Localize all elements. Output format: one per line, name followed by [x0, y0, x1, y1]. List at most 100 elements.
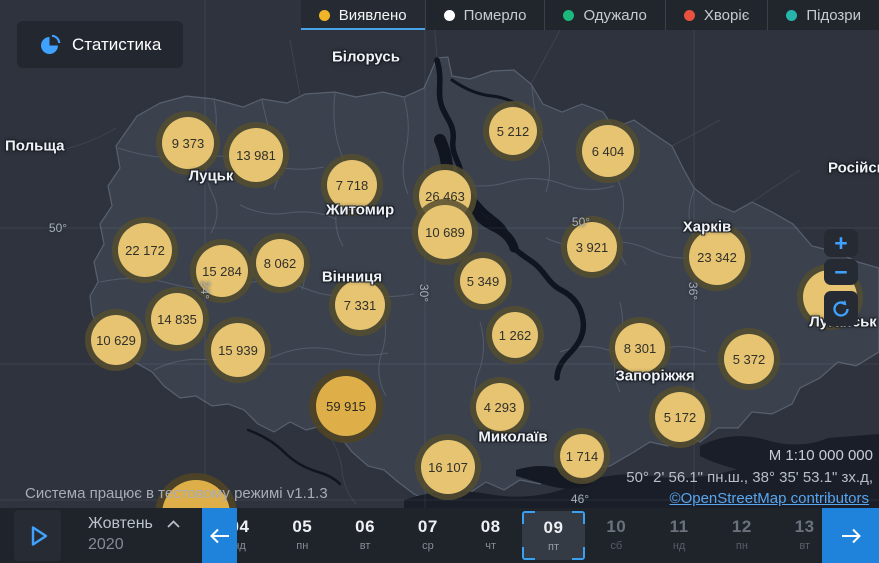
graticule-label: 50° [571, 215, 591, 229]
country-label: Польща [5, 137, 65, 155]
timeline-bar: Жовтень 2020 04 нд 05 пн 06 вт 07 ср 08 чт 09 пт 10 с… [0, 508, 879, 563]
tab-label: Хворіє [703, 6, 750, 24]
pie-chart-icon [41, 34, 61, 54]
status-dot-icon [563, 9, 575, 21]
graticule-label: 46° [570, 492, 590, 506]
day-cell-05[interactable]: 05 пн [271, 508, 334, 563]
status-dot-icon [786, 9, 798, 21]
day-number: 07 [417, 517, 438, 536]
statistics-label: Статистика [72, 34, 162, 54]
layer-tabs: Виявлено Померло Одужало Хворіє Підозри [300, 0, 879, 30]
day-cell-07[interactable]: 07 ср [396, 508, 459, 563]
refresh-icon [833, 299, 849, 317]
tab-Хворіє[interactable]: Хворіє [664, 0, 767, 30]
day-number: 11 [669, 517, 689, 536]
day-of-week: пт [548, 541, 559, 553]
day-cell-10[interactable]: 10 сб [585, 508, 648, 563]
case-bubble[interactable]: 15 939 [211, 323, 265, 377]
day-of-week: пн [296, 540, 309, 552]
prev-days-button[interactable] [202, 508, 237, 563]
status-dot-icon [683, 9, 695, 21]
day-cell-08[interactable]: 08 чт [459, 508, 522, 563]
refresh-button[interactable] [824, 291, 858, 326]
tab-Одужало[interactable]: Одужало [544, 0, 664, 30]
osm-attribution-link[interactable]: ©OpenStreetMap contributors [670, 490, 869, 507]
case-bubble[interactable]: 1 714 [560, 434, 604, 478]
cursor-coordinates: 50° 2' 56.1" пн.ш., 38° 35' 53.1" зх.д, [626, 469, 873, 486]
day-of-week: ср [422, 540, 434, 552]
city-label: Вінниця [321, 268, 383, 286]
play-button[interactable] [14, 510, 61, 561]
month-selector[interactable]: Жовтень 2020 [88, 515, 180, 554]
day-cell-11[interactable]: 11 нд [648, 508, 711, 563]
case-bubble[interactable]: 5 172 [655, 392, 705, 442]
tab-label: Виявлено [338, 6, 407, 24]
tab-label: Одужало [583, 6, 647, 24]
country-label: Російськ [828, 159, 879, 177]
day-number: 12 [731, 517, 752, 536]
case-bubble[interactable]: 14 835 [151, 293, 203, 345]
case-bubble[interactable]: 5 372 [724, 334, 774, 384]
day-cell-09[interactable]: 09 пт [522, 511, 585, 560]
day-number: 06 [355, 517, 376, 536]
day-cell-06[interactable]: 06 вт [334, 508, 397, 563]
case-bubble[interactable]: 3 921 [567, 222, 617, 272]
day-number: 09 [543, 518, 564, 537]
status-dot-icon [318, 9, 330, 21]
play-icon [31, 525, 47, 546]
statistics-button[interactable]: Статистика [17, 21, 184, 68]
case-bubble[interactable]: 9 373 [162, 117, 214, 169]
day-of-week: чт [485, 540, 497, 552]
tab-label: Підозри [806, 6, 861, 24]
tab-Виявлено[interactable]: Виявлено [300, 0, 425, 30]
graticule-label: 36° [686, 281, 700, 301]
tab-Підозри[interactable]: Підозри [767, 0, 879, 30]
case-bubble[interactable]: 1 262 [492, 312, 538, 358]
city-label: Харків [682, 218, 732, 236]
graticule-label: 30° [417, 283, 431, 303]
case-bubble[interactable]: 16 107 [421, 440, 475, 494]
zoom-out-button[interactable]: − [824, 259, 858, 285]
case-bubble[interactable]: 59 915 [316, 376, 376, 436]
year-label: 2020 [88, 536, 124, 553]
case-bubble[interactable]: 5 212 [489, 107, 537, 155]
graticule-label: 24° [198, 280, 212, 300]
day-number: 10 [606, 517, 627, 536]
next-days-button[interactable] [822, 508, 879, 563]
day-of-week: нд [672, 540, 686, 552]
case-bubble[interactable]: 10 629 [91, 315, 141, 365]
day-number: 08 [480, 517, 501, 536]
plus-icon: + [834, 229, 848, 256]
city-label: Житомир [325, 201, 395, 219]
arrow-right-icon [841, 528, 861, 543]
month-label: Жовтень [88, 515, 153, 532]
day-of-week: вт [359, 540, 371, 552]
country-label: Білорусь [332, 48, 400, 66]
arrow-left-icon [209, 528, 229, 543]
case-bubble[interactable]: 8 062 [256, 239, 304, 287]
case-bubble[interactable]: 8 301 [615, 323, 665, 373]
case-bubble[interactable]: 5 349 [460, 258, 506, 304]
case-bubble[interactable]: 10 689 [418, 205, 472, 259]
case-bubble[interactable]: 4 293 [476, 383, 524, 431]
case-bubble[interactable]: 6 404 [582, 125, 634, 177]
case-bubble[interactable]: 7 331 [335, 280, 385, 330]
status-dot-icon [443, 9, 455, 21]
day-number: 05 [292, 517, 313, 536]
app-window: 9 373 13 981 7 718 26 463 10 689 5 212 6 404 3 … [0, 0, 879, 563]
chevron-up-icon [167, 520, 180, 528]
tab-label: Померло [463, 6, 527, 24]
city-label: Миколаїв [478, 428, 548, 446]
case-bubble[interactable]: 23 342 [689, 229, 745, 285]
case-bubble[interactable]: 13 981 [229, 128, 283, 182]
map-scale: М 1:10 000 000 [768, 447, 873, 464]
zoom-in-button[interactable]: + [824, 229, 858, 257]
case-bubble[interactable]: 22 172 [118, 223, 172, 277]
day-of-week: сб [610, 540, 623, 552]
city-label: Запоріжжя [615, 367, 695, 385]
city-label: Луцьк [188, 167, 234, 185]
graticule-label: 50° [48, 221, 68, 235]
day-of-week: пн [735, 540, 748, 552]
day-cell-12[interactable]: 12 пн [710, 508, 773, 563]
tab-Померло[interactable]: Померло [424, 0, 545, 30]
